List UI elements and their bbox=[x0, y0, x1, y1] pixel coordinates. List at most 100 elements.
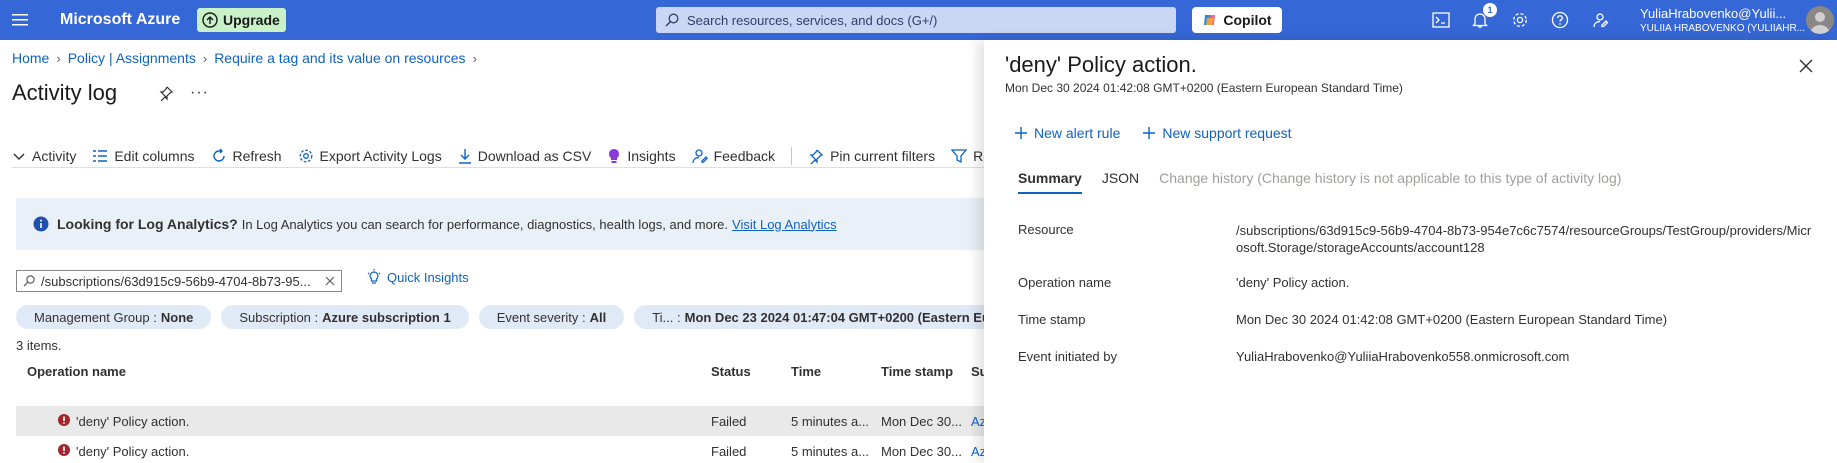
breadcrumb-home[interactable]: Home bbox=[12, 50, 49, 66]
panel-subtitle: Mon Dec 30 2024 01:42:08 GMT+0200 (Easte… bbox=[1005, 81, 1403, 95]
feedback-icon bbox=[691, 148, 708, 164]
upgrade-label: Upgrade bbox=[223, 12, 280, 28]
col-operation-name[interactable]: Operation name bbox=[27, 364, 126, 379]
menu-icon[interactable] bbox=[8, 8, 32, 32]
gear-icon[interactable] bbox=[1509, 9, 1531, 31]
plus-icon bbox=[1142, 126, 1156, 140]
bulb-icon bbox=[366, 269, 382, 285]
pill-management-group[interactable]: Management Group : None bbox=[16, 305, 212, 329]
reset-filters-button[interactable]: Reset f bbox=[951, 148, 984, 164]
chevron-right-icon: › bbox=[472, 50, 477, 66]
insights-button[interactable]: Insights bbox=[607, 148, 676, 164]
account-directory: YULIIA HRABOVENKO (YULIIAHR... bbox=[1640, 23, 1806, 34]
field-label-resource: Resource bbox=[1018, 222, 1074, 237]
field-label-event-initiated-by: Event initiated by bbox=[1018, 349, 1118, 364]
new-support-request-button[interactable]: New support request bbox=[1142, 125, 1292, 141]
col-subscription[interactable]: Su bbox=[971, 364, 984, 379]
error-icon bbox=[58, 414, 70, 426]
edit-columns-label: Edit columns bbox=[114, 148, 195, 164]
tab-change-history: Change history (Change history is not ap… bbox=[1159, 170, 1622, 186]
refresh-button[interactable]: Refresh bbox=[211, 148, 282, 164]
breadcrumb-policy-assignments[interactable]: Policy | Assignments bbox=[68, 50, 196, 66]
banner-text: In Log Analytics you can search for perf… bbox=[241, 216, 729, 232]
plus-icon bbox=[1014, 126, 1028, 140]
pill-value: Azure subscription 1 bbox=[322, 309, 451, 325]
copilot-button[interactable]: Copilot bbox=[1192, 7, 1282, 33]
toolbar-divider-line bbox=[12, 167, 984, 168]
feedback-button[interactable]: Feedback bbox=[691, 148, 776, 164]
field-label-operation-name: Operation name bbox=[1018, 275, 1112, 290]
activity-button[interactable]: Activity bbox=[12, 148, 76, 164]
row-timestamp: Mon Dec 30... bbox=[881, 444, 962, 459]
field-value-event-initiated-by: YuliaHrabovenko@YuliiaHrabovenko558.onmi… bbox=[1236, 349, 1570, 364]
breadcrumb: Home › Policy | Assignments › Require a … bbox=[12, 50, 477, 66]
account-info[interactable]: YuliaHrabovenko@Yulii... YULIIA HRABOVEN… bbox=[1640, 6, 1805, 34]
field-label-time-stamp: Time stamp bbox=[1018, 312, 1086, 327]
feedback-label: Feedback bbox=[713, 148, 776, 164]
new-alert-rule-label: New alert rule bbox=[1034, 125, 1121, 141]
pill-event-severity[interactable]: Event severity : All bbox=[478, 305, 625, 329]
row-subscription-link[interactable]: Az bbox=[971, 414, 984, 429]
bell-icon[interactable]: 1 bbox=[1469, 3, 1497, 31]
visit-log-analytics-link[interactable]: Visit Log Analytics bbox=[732, 217, 837, 232]
col-time[interactable]: Time bbox=[791, 364, 821, 379]
tab-json[interactable]: JSON bbox=[1102, 170, 1139, 194]
export-activity-logs-button[interactable]: Export Activity Logs bbox=[298, 148, 442, 164]
avatar[interactable] bbox=[1806, 6, 1834, 34]
edit-columns-button[interactable]: Edit columns bbox=[92, 148, 195, 164]
terminal-icon[interactable] bbox=[1430, 9, 1452, 31]
event-detail-panel: 'deny' Policy action. Mon Dec 30 2024 01… bbox=[984, 40, 1837, 463]
pill-label: Subscription : bbox=[239, 309, 319, 325]
brand-title[interactable]: Microsoft Azure bbox=[60, 11, 180, 29]
field-value-resource: /subscriptions/63d915c9-56b9-4704-8b73-9… bbox=[1236, 223, 1812, 255]
close-icon[interactable] bbox=[325, 276, 335, 286]
filter-value: /subscriptions/63d915c9-56b9-4704-8b73-9… bbox=[41, 273, 311, 289]
row-subscription-link[interactable]: Az bbox=[971, 444, 984, 459]
field-value-operation-name: 'deny' Policy action. bbox=[1236, 275, 1350, 290]
row-time: 5 minutes a... bbox=[791, 444, 870, 459]
quick-insights-button[interactable]: Quick Insights bbox=[366, 269, 469, 285]
pin-icon[interactable] bbox=[158, 85, 174, 101]
pill-value: None bbox=[160, 309, 194, 325]
search-input[interactable] bbox=[687, 12, 1167, 28]
table-row[interactable]: 'deny' Policy action. Failed 5 minutes a… bbox=[16, 436, 984, 463]
insights-label: Insights bbox=[627, 148, 676, 164]
download-csv-button[interactable]: Download as CSV bbox=[458, 148, 592, 164]
pin-filters-button[interactable]: Pin current filters bbox=[808, 148, 935, 164]
resource-filter-input[interactable]: /subscriptions/63d915c9-56b9-4704-8b73-9… bbox=[16, 270, 342, 292]
notification-badge: 1 bbox=[1483, 3, 1497, 17]
pill-label: Ti... : bbox=[652, 309, 681, 325]
upgrade-button[interactable]: Upgrade bbox=[197, 8, 286, 32]
filter-icon bbox=[951, 148, 968, 164]
columns-icon bbox=[92, 149, 108, 163]
new-alert-rule-button[interactable]: New alert rule bbox=[1014, 125, 1120, 141]
panel-actions: New alert rule New support request bbox=[1014, 125, 1292, 141]
col-status[interactable]: Status bbox=[711, 364, 751, 379]
download-label: Download as CSV bbox=[477, 148, 592, 164]
tab-summary[interactable]: Summary bbox=[1018, 170, 1082, 194]
table-row[interactable]: 'deny' Policy action. Failed 5 minutes a… bbox=[16, 406, 984, 436]
panel-tabs: Summary JSON Change history (Change hist… bbox=[1018, 170, 1621, 194]
help-icon[interactable] bbox=[1549, 9, 1571, 31]
feedback-icon[interactable] bbox=[1589, 9, 1611, 31]
global-search[interactable] bbox=[656, 7, 1176, 33]
page-title: Activity log bbox=[12, 80, 118, 105]
breadcrumb-require-tag[interactable]: Require a tag and its value on resources bbox=[214, 50, 465, 66]
new-support-request-label: New support request bbox=[1162, 125, 1292, 141]
log-analytics-banner: Looking for Log Analytics? In Log Analyt… bbox=[16, 198, 984, 250]
chevron-down-icon bbox=[12, 149, 26, 163]
row-status: Failed bbox=[711, 444, 747, 459]
row-operation: 'deny' Policy action. bbox=[76, 414, 190, 429]
pill-subscription[interactable]: Subscription : Azure subscription 1 bbox=[221, 305, 469, 329]
pill-value: Mon Dec 23 2024 01:47:04 GMT+0200 (Easte… bbox=[684, 309, 984, 325]
items-count: 3 items. bbox=[16, 338, 62, 353]
row-status: Failed bbox=[711, 414, 747, 429]
toolbar-divider bbox=[791, 147, 793, 165]
more-options-icon[interactable]: ··· bbox=[190, 84, 209, 102]
pill-timespan[interactable]: Ti... : Mon Dec 23 2024 01:47:04 GMT+0200… bbox=[634, 305, 984, 329]
col-time-stamp[interactable]: Time stamp bbox=[881, 364, 953, 379]
export-label: Export Activity Logs bbox=[319, 148, 442, 164]
pill-value: All bbox=[589, 309, 607, 325]
row-time: 5 minutes a... bbox=[791, 414, 870, 429]
close-icon[interactable] bbox=[1796, 56, 1816, 76]
